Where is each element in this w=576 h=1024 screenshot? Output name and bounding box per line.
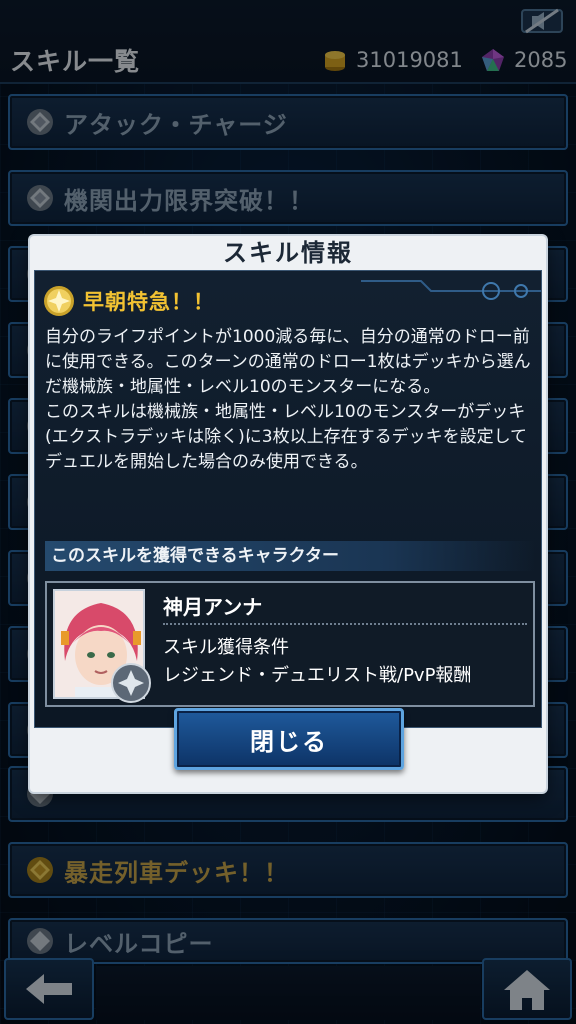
- close-button[interactable]: 閉じる: [174, 708, 404, 770]
- dialog-title: スキル情報: [223, 239, 353, 267]
- gold-diamond-icon: [44, 286, 74, 316]
- circuit-decoration: [361, 280, 541, 300]
- silver-diamond-icon: [111, 663, 151, 703]
- acquisition-condition-value: レジェンド・デュエリスト戦/PvP報酬: [163, 665, 472, 686]
- skill-info-dialog: スキル情報 早朝特急！！ 自分のライフポイントが1000減る毎に、自分の通常のド…: [30, 236, 546, 792]
- skill-name: 早朝特急！！: [83, 290, 215, 314]
- description-paragraph: 自分のライフポイントが1000減る毎に、自分の通常のドロー前に使用できる。このタ…: [45, 327, 531, 397]
- character-card: 神月アンナ スキル獲得条件 レジェンド・デュエリスト戦/PvP報酬: [45, 581, 535, 707]
- dialog-content: 早朝特急！！ 自分のライフポイントが1000減る毎に、自分の通常のドロー前に使用…: [34, 270, 542, 728]
- description-paragraph: このスキルは機械族・地属性・レベル10のモンスターがデッキ(エクストラデッキは除…: [45, 402, 528, 472]
- acquisition-condition-label: スキル獲得条件: [163, 637, 289, 658]
- divider: [163, 623, 527, 625]
- skill-description: 自分のライフポイントが1000減る毎に、自分の通常のドロー前に使用できる。このタ…: [45, 325, 537, 475]
- character-name: 神月アンナ: [163, 595, 263, 619]
- skill-name-row: 早朝特急！！: [43, 285, 215, 317]
- character-section-header: このスキルを獲得できるキャラクター: [45, 541, 535, 571]
